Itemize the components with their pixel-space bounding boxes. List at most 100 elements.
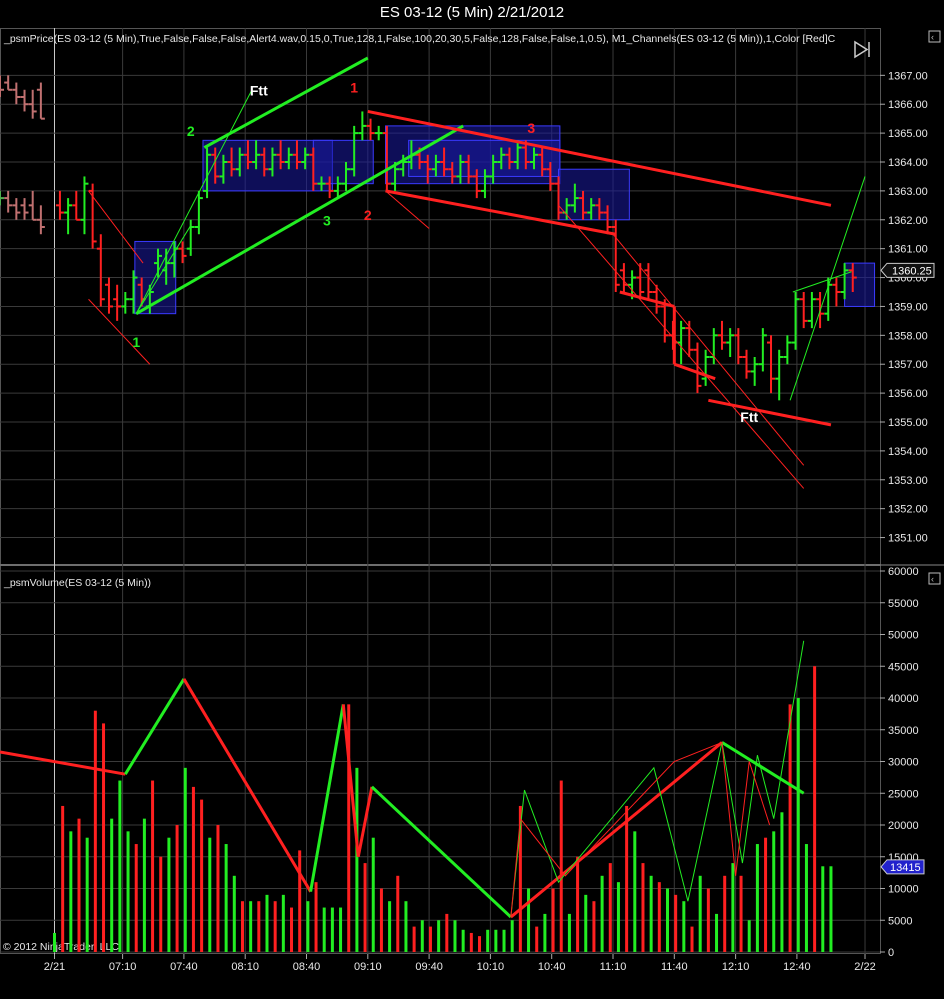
volume-tick-label: 45000 [888, 661, 919, 673]
volume-tick-label: 55000 [888, 598, 919, 610]
trend-line [88, 190, 144, 264]
volume-bar [216, 825, 220, 952]
wave-annotation: 2 [187, 123, 195, 139]
volume-bar [633, 831, 637, 952]
price-tick-label: 1354.00 [888, 446, 928, 458]
play-icon[interactable] [854, 40, 870, 59]
volume-bar [249, 901, 253, 952]
volume-bar [469, 932, 473, 952]
price-indicator-label: _psmPrice(ES 03-12 (5 Min),True,False,Fa… [3, 33, 836, 45]
price-tick-label: 1363.00 [888, 186, 928, 198]
volume-bar [224, 844, 228, 952]
volume-bar [592, 901, 596, 952]
price-tick-label: 1367.00 [888, 70, 928, 82]
volume-bar [657, 882, 661, 952]
prior-day-ohlc-bar [4, 75, 13, 91]
volume-bar [747, 920, 751, 952]
volume-bar [616, 882, 620, 952]
volume-bar [151, 780, 155, 952]
ohlc-bar [791, 292, 800, 350]
volume-bar [412, 926, 416, 952]
trend-line [673, 362, 716, 381]
volume-bar [240, 901, 244, 952]
volume-bar [77, 818, 81, 952]
volume-bar [502, 929, 506, 952]
price-panel: _psmPrice(ES 03-12 (5 Min),True,False,Fa… [0, 33, 876, 489]
prior-day-ohlc-bar [12, 198, 21, 220]
volume-bar [821, 866, 825, 952]
volume-bar [208, 837, 212, 952]
volume-bar [796, 698, 800, 952]
ohlc-bar [832, 277, 841, 307]
wave-annotation: Ftt [250, 83, 268, 99]
time-tick-label: 09:40 [415, 961, 443, 973]
volume-bar [175, 825, 179, 952]
volume-tick-label: 20000 [888, 820, 919, 832]
ohlc-bar [750, 357, 759, 386]
volume-bar [764, 837, 768, 952]
ohlc-bar [709, 328, 718, 365]
prior-day-ohlc-bar [4, 190, 13, 213]
time-tick-label: 08:40 [293, 961, 321, 973]
price-tick-label: 1364.00 [888, 157, 928, 169]
volume-bar [723, 875, 727, 952]
volume-bar [428, 926, 432, 952]
volume-tick-label: 50000 [888, 630, 919, 642]
time-tick-label: 12:40 [783, 961, 811, 973]
volume-bar [453, 920, 457, 952]
ohlc-bar [636, 263, 645, 300]
volume-bar [167, 837, 171, 952]
volume-bar [739, 875, 743, 952]
ohlc-bar [693, 342, 702, 394]
volume-bar [404, 901, 408, 952]
time-tick-label: 10:40 [538, 961, 566, 973]
prior-day-ohlc-bar [20, 198, 29, 220]
volume-bar [142, 818, 146, 952]
time-tick-label: 07:40 [170, 961, 198, 973]
volume-bar [559, 780, 563, 952]
ohlc-bar [824, 277, 833, 321]
wave-annotation: Ftt [740, 409, 758, 425]
volume-bar [134, 844, 138, 952]
volume-tick-label: 30000 [888, 757, 919, 769]
wave-annotation: 3 [323, 213, 331, 229]
volume-bar [576, 856, 580, 952]
volume-bar [232, 875, 236, 952]
ohlc-bar [726, 328, 735, 357]
volume-bar [788, 704, 792, 952]
volume-bar [388, 901, 392, 952]
volume-tick-label: 60000 [888, 566, 919, 578]
volume-bar [281, 894, 285, 952]
current-price-label: 1360.25 [892, 265, 932, 277]
volume-bar [543, 913, 547, 952]
ohlc-bar [677, 320, 686, 365]
volume-indicator-label: _psmVolume(ES 03-12 (5 Min)) [3, 577, 151, 589]
volume-bar [265, 894, 269, 952]
volume-bar [567, 913, 571, 952]
volume-bar [690, 926, 694, 952]
volume-bar [93, 710, 97, 952]
chevron-left-icon: ‹ [931, 32, 934, 42]
volume-bar [804, 844, 808, 952]
volume-bar [510, 920, 514, 952]
volume-bar [494, 929, 498, 952]
volume-bar [371, 837, 375, 952]
trend-line [708, 398, 832, 427]
volume-swing-line [124, 678, 186, 775]
prior-day-ohlc-bar [0, 190, 4, 206]
volume-bar [183, 767, 187, 952]
prior-day-ohlc-bar [36, 82, 45, 120]
volume-bar [445, 913, 449, 952]
price-tick-label: 1365.00 [888, 128, 928, 140]
volume-bar [715, 913, 719, 952]
volume-bar [772, 831, 776, 952]
volume-bar [665, 888, 669, 952]
price-tick-label: 1351.00 [888, 533, 928, 545]
volume-bar [755, 844, 759, 952]
volume-bar [69, 831, 73, 952]
volume-bar [682, 901, 686, 952]
volume-bar [527, 888, 531, 952]
price-tick-label: 1361.00 [888, 244, 928, 256]
time-tick-label: 08:10 [231, 961, 259, 973]
ohlc-bar [113, 284, 122, 321]
